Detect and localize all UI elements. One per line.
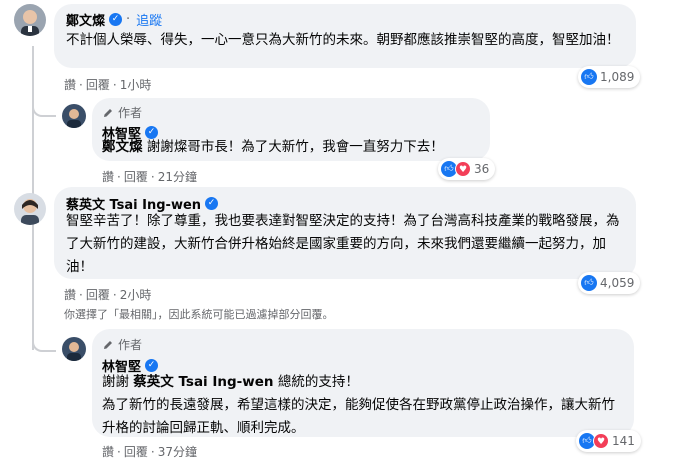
reply-button[interactable]: 回覆 <box>124 170 148 184</box>
mention-link[interactable]: 鄭文燦 <box>102 139 143 155</box>
comment-text: 不計個人榮辱、得失，一心一意只為大新竹的未來。朝野都應該推崇智堅的高度，智堅加油… <box>66 32 620 48</box>
comment-text: 智堅辛苦了！除了尊重，我也要表達對智堅決定的支持！為了台灣高科技產業的戰略發展，… <box>66 213 620 275</box>
comment-actions: 讚 · 回覆 · 2小時 <box>64 288 152 302</box>
like-button[interactable]: 讚 <box>102 445 114 459</box>
avatar[interactable] <box>14 4 46 36</box>
reaction-count-value: 36 <box>474 162 490 176</box>
timestamp[interactable]: 21分鐘 <box>158 170 197 184</box>
avatar[interactable] <box>14 193 46 225</box>
thread-curve <box>32 320 56 352</box>
avatar[interactable] <box>62 337 86 361</box>
pen-icon <box>104 340 112 349</box>
follow-button[interactable]: 追蹤 <box>136 10 162 29</box>
timestamp[interactable]: 1小時 <box>120 78 152 92</box>
mention-link[interactable]: 蔡英文 Tsai Ing-wen <box>133 374 273 390</box>
comment-line: 謝謝 蔡英文 Tsai Ing-wen 總統的支持！ <box>102 374 359 390</box>
verified-icon: ✓ <box>109 13 123 26</box>
dot-separator: · <box>126 12 131 27</box>
comment-text: 謝謝 蔡英文 Tsai Ing-wen 總統的支持！ 為了新竹的長遠發展，希望這… <box>102 371 628 440</box>
author-name[interactable]: 鄭文燦 <box>66 10 105 29</box>
reply-button[interactable]: 回覆 <box>124 445 148 459</box>
thread-curve <box>32 85 56 117</box>
pen-icon <box>104 108 112 117</box>
love-icon: ♥ <box>455 161 471 177</box>
like-icon: 👍︎ <box>581 275 597 291</box>
like-icon: 👍︎ <box>581 69 597 85</box>
author-badge: 作者 <box>102 336 142 353</box>
author-badge: 作者 <box>102 104 142 121</box>
reaction-count[interactable]: 👍︎ ♥ 141 <box>576 430 641 452</box>
reaction-count-value: 4,059 <box>600 276 635 290</box>
reaction-count[interactable]: 👍︎ ♥ 36 <box>438 158 496 180</box>
comment-text: 鄭文燦 謝謝燦哥市長！為了大新竹，我會一直努力下去！ <box>102 139 444 155</box>
like-button[interactable]: 讚 <box>64 288 76 302</box>
comment-author: 鄭文燦 ✓ · 追蹤 <box>66 10 162 29</box>
reaction-count-value: 1,089 <box>600 70 635 84</box>
comment-actions: 讚 · 回覆 · 1小時 <box>64 78 152 92</box>
comment-actions: 讚 · 回覆 · 37分鐘 <box>102 445 197 459</box>
reaction-count[interactable]: 👍︎ 4,059 <box>578 272 641 294</box>
filter-notice: 你選擇了「最相關」，因此系統可能已過濾掉部分回覆。 <box>64 308 334 321</box>
avatar[interactable] <box>62 104 86 128</box>
reaction-count-value: 141 <box>612 434 635 448</box>
reaction-count[interactable]: 👍︎ 1,089 <box>578 66 641 88</box>
reply-button[interactable]: 回覆 <box>86 78 110 92</box>
like-button[interactable]: 讚 <box>102 170 114 184</box>
comment-body: 為了新竹的長遠發展，希望這樣的決定，能夠促使各在野政黨停止政治操作，讓大新竹升格… <box>102 397 615 436</box>
timestamp[interactable]: 2小時 <box>120 288 152 302</box>
comment-actions: 讚 · 回覆 · 21分鐘 <box>102 170 197 184</box>
reply-button[interactable]: 回覆 <box>86 288 110 302</box>
timestamp[interactable]: 37分鐘 <box>158 445 197 459</box>
love-icon: ♥ <box>593 433 609 449</box>
like-button[interactable]: 讚 <box>64 78 76 92</box>
verified-icon: ✓ <box>205 197 219 210</box>
